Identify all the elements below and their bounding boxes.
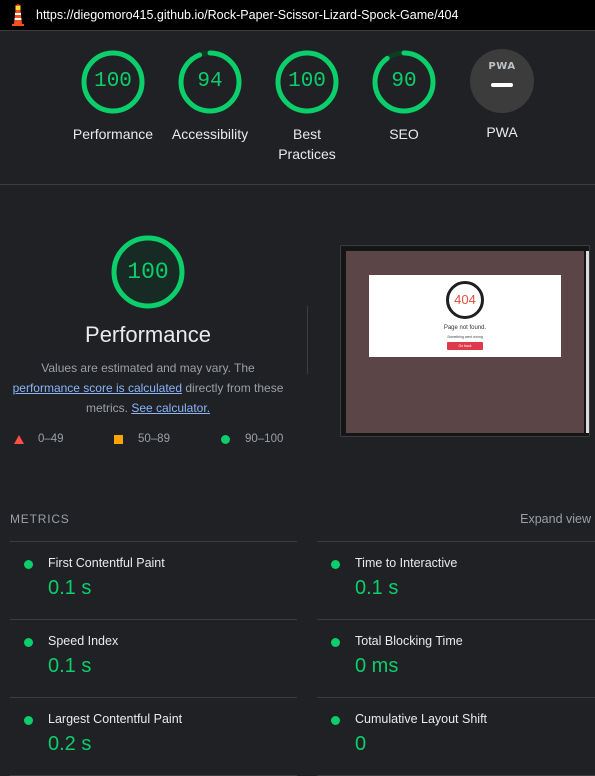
- desc-text: Values are estimated and may vary. The: [41, 361, 255, 375]
- pwa-badge[interactable]: PWA: [470, 49, 534, 113]
- pass-dot-icon: [331, 716, 340, 725]
- pass-dot-icon: [24, 716, 33, 725]
- metric-label: First Contentful Paint: [48, 556, 165, 570]
- score-value: 100: [288, 70, 326, 93]
- pass-dot-icon: [331, 638, 340, 647]
- divider: [307, 306, 308, 374]
- lighthouse-icon: [12, 4, 24, 26]
- error-message: Page not found.: [443, 325, 487, 331]
- screenshot-background: 404 Page not found. Something went wrong…: [346, 251, 584, 433]
- go-back-button: Go back: [447, 342, 483, 350]
- pass-dot-icon: [24, 638, 33, 647]
- score-calculation-link[interactable]: performance score is calculated: [13, 381, 182, 395]
- score-value: 94: [197, 70, 223, 93]
- score-value: 90: [391, 70, 417, 93]
- expand-view-button[interactable]: Expand view: [520, 512, 591, 526]
- gauge-label: SEO: [389, 126, 419, 142]
- dash-icon: [491, 83, 513, 87]
- performance-gauge: 100: [110, 234, 186, 310]
- screenshot-scrollbar: [586, 251, 589, 433]
- metric-label: Time to Interactive: [355, 556, 458, 570]
- legend-range: 50–89: [138, 433, 170, 445]
- pass-dot-icon: [24, 560, 33, 569]
- metric-cls: Cumulative Layout Shift 0: [317, 697, 595, 775]
- gauge-performance[interactable]: 100 Performance: [58, 49, 168, 144]
- page-screenshot[interactable]: 404 Page not found. Something went wrong…: [340, 245, 590, 437]
- metric-fcp: First Contentful Paint 0.1 s: [10, 541, 297, 619]
- gauge-label: Best Practices: [278, 126, 336, 162]
- metric-tbt: Total Blocking Time 0 ms: [317, 619, 595, 697]
- gauge-label: Accessibility: [171, 126, 249, 142]
- metric-label: Cumulative Layout Shift: [355, 712, 488, 726]
- legend-range: 90–100: [245, 433, 284, 445]
- metric-speed-index: Speed Index 0.1 s: [10, 619, 297, 697]
- score-ring: 90: [371, 49, 437, 115]
- metric-label: Speed Index: [48, 634, 119, 648]
- error-code: 404: [446, 281, 484, 319]
- metric-value: 0.1 s: [48, 655, 92, 677]
- score-ring: 100: [274, 49, 340, 115]
- gauge-best-practices[interactable]: 100 Best Practices: [252, 49, 362, 164]
- metric-label: Largest Contentful Paint: [48, 712, 183, 726]
- screenshot-card: 404 Page not found. Something went wrong…: [369, 275, 561, 357]
- gauge-accessibility[interactable]: 94 Accessibility: [155, 49, 265, 144]
- circle-icon: [221, 435, 230, 444]
- metric-lcp: Largest Contentful Paint 0.2 s: [10, 697, 297, 775]
- score-value: 100: [94, 70, 132, 93]
- page-url[interactable]: https://diegomoro415.github.io/Rock-Pape…: [36, 8, 458, 22]
- metric-label: Total Blocking Time: [355, 634, 463, 648]
- score-ring: 94: [177, 49, 243, 115]
- triangle-icon: [14, 435, 24, 444]
- metrics-heading: METRICS: [10, 512, 70, 526]
- gauge-seo[interactable]: 90 SEO: [349, 49, 459, 144]
- legend-range: 0–49: [38, 433, 64, 445]
- metric-value: 0: [355, 733, 367, 755]
- error-submessage: Something went wrong: [447, 335, 483, 339]
- browser-bar: https://diegomoro415.github.io/Rock-Pape…: [0, 0, 595, 31]
- score-ring: 100: [80, 49, 146, 115]
- pwa-label: PWA: [486, 124, 518, 140]
- gauge-label: Performance: [72, 126, 154, 142]
- metric-value: 0.1 s: [48, 577, 92, 599]
- metric-tti: Time to Interactive 0.1 s: [317, 541, 595, 619]
- performance-score: 100: [127, 259, 169, 285]
- pwa-badge-text: PWA: [488, 61, 516, 72]
- calculator-link[interactable]: See calculator.: [131, 401, 210, 415]
- metric-value: 0.2 s: [48, 733, 92, 755]
- square-icon: [114, 435, 123, 444]
- performance-title: Performance: [85, 322, 211, 347]
- metric-value: 0.1 s: [355, 577, 399, 599]
- pass-dot-icon: [331, 560, 340, 569]
- metric-value: 0 ms: [355, 655, 399, 677]
- performance-description: Values are estimated and may vary. The p…: [6, 358, 290, 418]
